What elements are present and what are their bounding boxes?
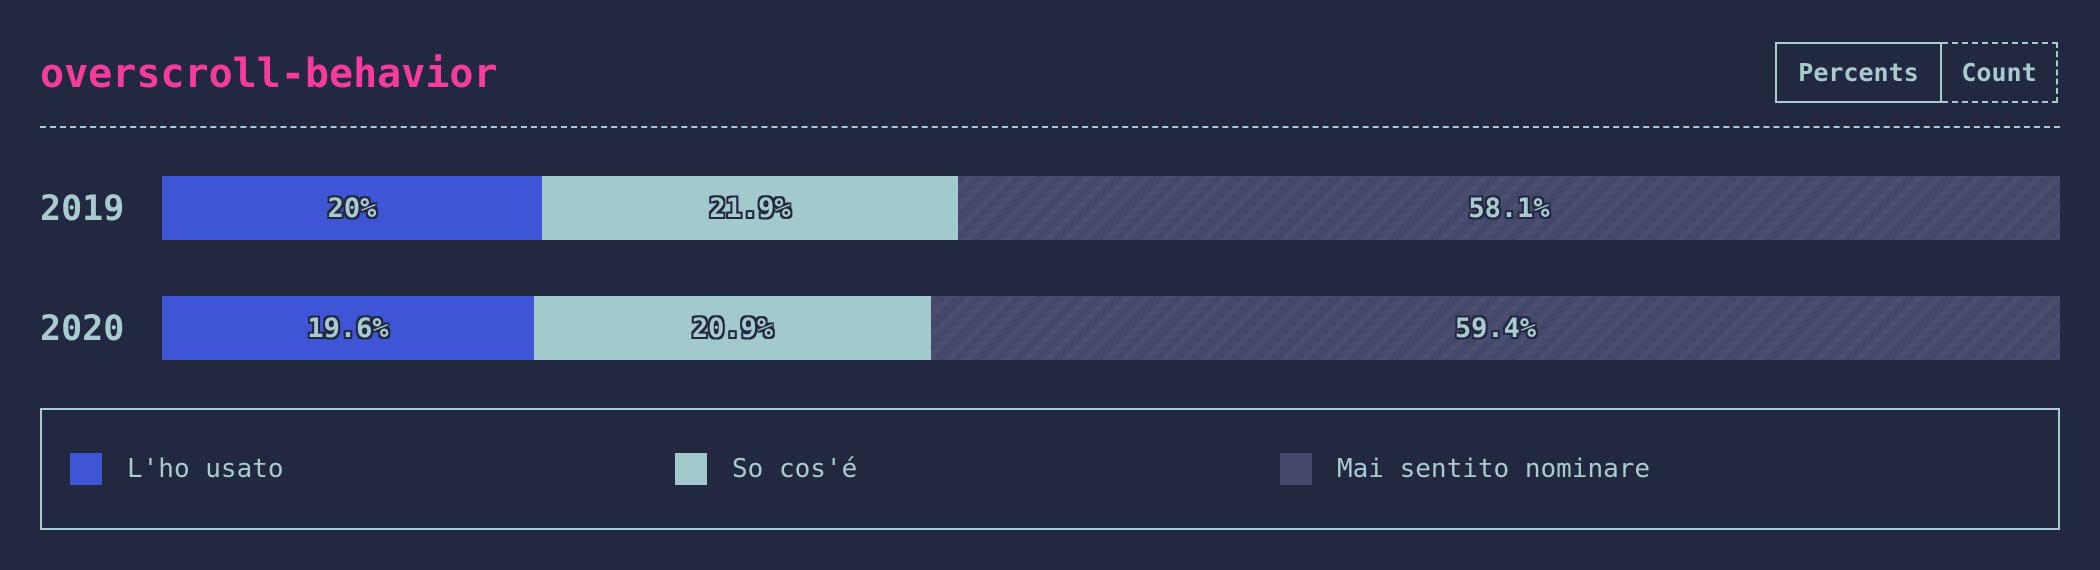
title-divider [40, 126, 2060, 128]
count-button[interactable]: Count [1942, 42, 2058, 103]
legend-label-know: So cos'é [732, 454, 858, 484]
bar-value-label: 20.9% [691, 312, 774, 344]
bar-value-label: 59.4% [1454, 312, 1537, 344]
bar-row-2020: 19.6% 20.9% 59.4% [162, 296, 2060, 360]
bar-segment-know-2020[interactable]: 20.9% [534, 296, 931, 360]
legend-label-never: Mai sentito nominare [1337, 454, 1651, 484]
legend: L'ho usato So cos'é Mai sentito nominare [40, 408, 2060, 530]
bar-segment-never-2019[interactable]: 58.1% [958, 176, 2060, 240]
bar-segment-used-2020[interactable]: 19.6% [162, 296, 534, 360]
chart-title: overscroll-behavior [40, 51, 498, 97]
legend-swatch-know [675, 453, 707, 485]
percents-button[interactable]: Percents [1775, 42, 1942, 103]
legend-item-know[interactable]: So cos'é [675, 410, 857, 528]
legend-swatch-used [70, 453, 102, 485]
bar-segment-used-2019[interactable]: 20% [162, 176, 542, 240]
bar-value-label: 19.6% [307, 312, 389, 344]
bar-row-2019: 20% 21.9% 58.1% [162, 176, 2060, 240]
bar-value-label: 21.9% [709, 192, 791, 224]
bar-value-label: 20% [327, 192, 377, 224]
bar-segment-know-2019[interactable]: 21.9% [542, 176, 958, 240]
chart-block: overscroll-behavior Percents Count 2019 … [0, 0, 2100, 570]
legend-item-never[interactable]: Mai sentito nominare [1280, 410, 1650, 528]
legend-item-used[interactable]: L'ho usato [70, 410, 284, 528]
bar-value-label: 58.1% [1468, 192, 1550, 224]
legend-swatch-never [1280, 453, 1312, 485]
row-label-2020: 2020 [40, 309, 125, 349]
unit-toggle: Percents Count [1775, 42, 2058, 103]
bar-segment-never-2020[interactable]: 59.4% [931, 296, 2060, 360]
legend-label-used: L'ho usato [127, 454, 284, 484]
row-label-2019: 2019 [40, 189, 125, 229]
